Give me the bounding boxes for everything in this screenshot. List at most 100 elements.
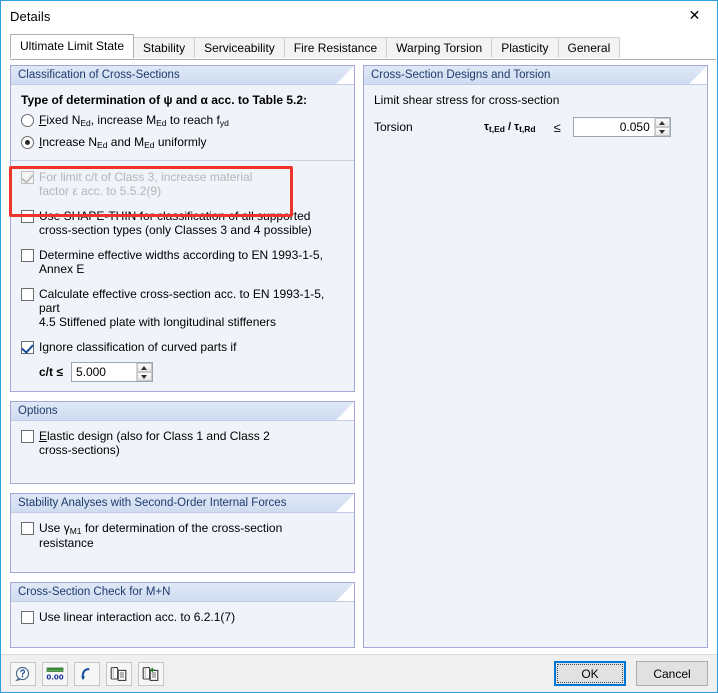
checkbox-calculate-effective-cross-section-indicator[interactable] <box>21 288 34 301</box>
svg-text:0.00: 0.00 <box>46 673 63 681</box>
tab-serviceability[interactable]: Serviceability <box>194 37 285 58</box>
radio-increase-sub1: Ed <box>97 140 108 150</box>
torsion-limit-spin-down[interactable] <box>654 127 670 136</box>
ct-ratio-spin-up[interactable] <box>136 363 152 372</box>
cancel-button[interactable]: Cancel <box>636 661 708 686</box>
group-header-check-mn: Cross-Section Check for M+N <box>11 583 354 602</box>
checkbox-determine-effective-widths-label: Determine effective widths according to … <box>39 248 323 276</box>
ct-ratio-spinner[interactable] <box>70 362 153 382</box>
group-header-stability: Stability Analyses with Second-Order Int… <box>11 494 354 513</box>
torsion-limit-input[interactable] <box>573 118 654 136</box>
checkbox-ignore-classification-curved[interactable]: Ignore classification of curved parts if <box>21 340 344 354</box>
copy-icon[interactable] <box>106 661 132 686</box>
checkbox-determine-effective-widths[interactable]: Determine effective widths according to … <box>21 248 344 276</box>
checkbox-ignore-classification-curved-indicator[interactable] <box>21 341 34 354</box>
radio-increase-rest: ncrease N <box>42 135 98 149</box>
limit-shear-stress-label: Limit shear stress for cross-section <box>374 93 560 107</box>
ct-ratio-label: c/t ≤ <box>39 365 63 379</box>
group-options: Options Elastic design (also for Class 1… <box>10 401 355 484</box>
radio-increase-ned-med[interactable]: Increase NEd and MEd uniformly <box>21 135 344 150</box>
group-header-torsion: Cross-Section Designs and Torsion <box>364 66 707 85</box>
radio-increase-mid: and M <box>107 135 145 149</box>
checkbox-limit-ct-class3[interactable]: For limit c/t of Class 3, increase mater… <box>21 170 344 198</box>
tab-plasticity[interactable]: Plasticity <box>491 37 559 58</box>
effective-cs-line2: 4.5 Stiffened plate with longitudinal st… <box>39 315 277 329</box>
tab-warping-torsion[interactable]: Warping Torsion <box>386 37 493 58</box>
units-icon[interactable]: 0.00 <box>42 661 68 686</box>
footer-toolbar: 0.00 <box>10 661 164 686</box>
radio-fixed-ned-label: Fixed NEd, increase MEd to reach fyd <box>39 113 229 128</box>
radio-fixed-ned[interactable]: Fixed NEd, increase MEd to reach fyd <box>21 113 344 128</box>
undo-icon[interactable] <box>74 661 100 686</box>
ct-ratio-spin-down[interactable] <box>136 372 152 381</box>
checkbox-use-gamma-m1-label: Use γM1 for determination of the cross-s… <box>39 521 282 550</box>
right-column: Cross-Section Designs and Torsion Limit … <box>363 65 708 648</box>
radio-increase-tail: uniformly <box>154 135 207 149</box>
radio-fixed-tail: to reach f <box>166 113 220 127</box>
radio-fixed-mid: , increase M <box>90 113 157 127</box>
tab-underline <box>10 59 716 60</box>
tab-general[interactable]: General <box>557 37 621 58</box>
checkbox-limit-ct-class3-label: For limit c/t of Class 3, increase mater… <box>39 170 252 198</box>
group-cross-section-check-mn: Cross-Section Check for M+N Use linear i… <box>10 582 355 648</box>
accel-e: E <box>39 429 48 443</box>
window-title: Details <box>10 8 51 24</box>
checkbox-use-gamma-m1-indicator[interactable] <box>21 522 34 535</box>
details-dialog: Details ✕ Ultimate Limit State Stability… <box>0 0 718 693</box>
group-classification-of-cross-sections: Classification of Cross-Sections Type of… <box>9 65 355 392</box>
radio-fixed-sub3: yd <box>219 118 229 128</box>
ct-ratio-spin-buttons[interactable] <box>135 363 152 381</box>
checkbox-elastic-design[interactable]: Elastic design (also for Class 1 and Cla… <box>21 429 344 457</box>
torsion-row: Torsion τt,Ed / τt,Rd ≤ <box>374 117 697 137</box>
gamma-pre: Use <box>39 521 64 535</box>
elastic-line1: lastic design (also for Class 1 and Clas… <box>47 429 270 443</box>
checkbox-ignore-classification-curved-label: Ignore classification of curved parts if <box>39 340 237 354</box>
tab-stability[interactable]: Stability <box>133 37 196 58</box>
title-bar: Details ✕ <box>1 1 717 31</box>
effective-cs-line1: Calculate effective cross-section acc. t… <box>39 287 325 315</box>
close-icon[interactable]: ✕ <box>672 2 717 31</box>
divider <box>11 160 354 161</box>
help-icon[interactable] <box>10 661 36 686</box>
checkbox-calculate-effective-cross-section-label: Calculate effective cross-section acc. t… <box>39 287 344 329</box>
group-header-options: Options <box>11 402 354 421</box>
ratio-slash: / <box>504 121 515 133</box>
gamma-sub: M1 <box>69 526 82 536</box>
torsion-ratio-expression: τt,Ed / τt,Rd <box>484 121 536 134</box>
radio-fixed-ned-indicator[interactable] <box>21 114 34 127</box>
tab-fire-resistance[interactable]: Fire Resistance <box>283 37 388 58</box>
group-header-classification: Classification of Cross-Sections <box>11 66 354 85</box>
limit-ct-line2: factor ε acc. to 5.5.2(9) <box>39 184 162 198</box>
checkbox-use-shape-thin-indicator[interactable] <box>21 210 34 223</box>
ct-ratio-input[interactable] <box>71 363 136 381</box>
torsion-label: Torsion <box>374 120 413 134</box>
checkbox-use-linear-interaction[interactable]: Use linear interaction acc. to 6.2.1(7) <box>21 610 344 624</box>
radio-increase-ned-med-indicator[interactable] <box>21 136 34 149</box>
limit-ct-line1: For limit c/t of Class 3, increase mater… <box>39 170 253 184</box>
checkbox-elastic-design-indicator[interactable] <box>21 430 34 443</box>
checkbox-use-linear-interaction-label: Use linear interaction acc. to 6.2.1(7) <box>39 610 236 624</box>
torsion-limit-spin-buttons[interactable] <box>653 118 670 136</box>
shape-thin-line1: Use SHAPE-THIN for classification of all… <box>39 209 311 223</box>
radio-increase-ned-med-label: Increase NEd and MEd uniformly <box>39 135 207 150</box>
ct-ratio-row: c/t ≤ <box>21 362 344 382</box>
shape-thin-line2: cross-section types (only Classes 3 and … <box>39 223 312 237</box>
tab-strip: Ultimate Limit State Stability Serviceab… <box>1 31 717 60</box>
elastic-line2: cross-sections) <box>39 443 120 457</box>
checkbox-use-gamma-m1[interactable]: Use γM1 for determination of the cross-s… <box>21 521 344 550</box>
checkbox-limit-ct-class3-indicator[interactable] <box>21 171 34 184</box>
checkbox-calculate-effective-cross-section[interactable]: Calculate effective cross-section acc. t… <box>21 287 344 329</box>
checkbox-determine-effective-widths-indicator[interactable] <box>21 249 34 262</box>
gamma-line1: for determination of the cross-section <box>81 521 283 535</box>
tau-1-sub: t,Ed <box>488 124 505 134</box>
footer-actions: OK Cancel <box>554 661 708 686</box>
tab-ultimate-limit-state[interactable]: Ultimate Limit State <box>10 34 135 58</box>
paste-icon[interactable] <box>138 661 164 686</box>
checkbox-use-linear-interaction-indicator[interactable] <box>21 611 34 624</box>
torsion-limit-spin-up[interactable] <box>654 118 670 127</box>
group-stability-second-order: Stability Analyses with Second-Order Int… <box>10 493 355 573</box>
checkbox-use-shape-thin[interactable]: Use SHAPE-THIN for classification of all… <box>21 209 344 237</box>
ok-button[interactable]: OK <box>554 661 626 686</box>
tab-content-panel: Classification of Cross-Sections Type of… <box>1 60 717 654</box>
torsion-limit-spinner[interactable] <box>572 117 671 137</box>
